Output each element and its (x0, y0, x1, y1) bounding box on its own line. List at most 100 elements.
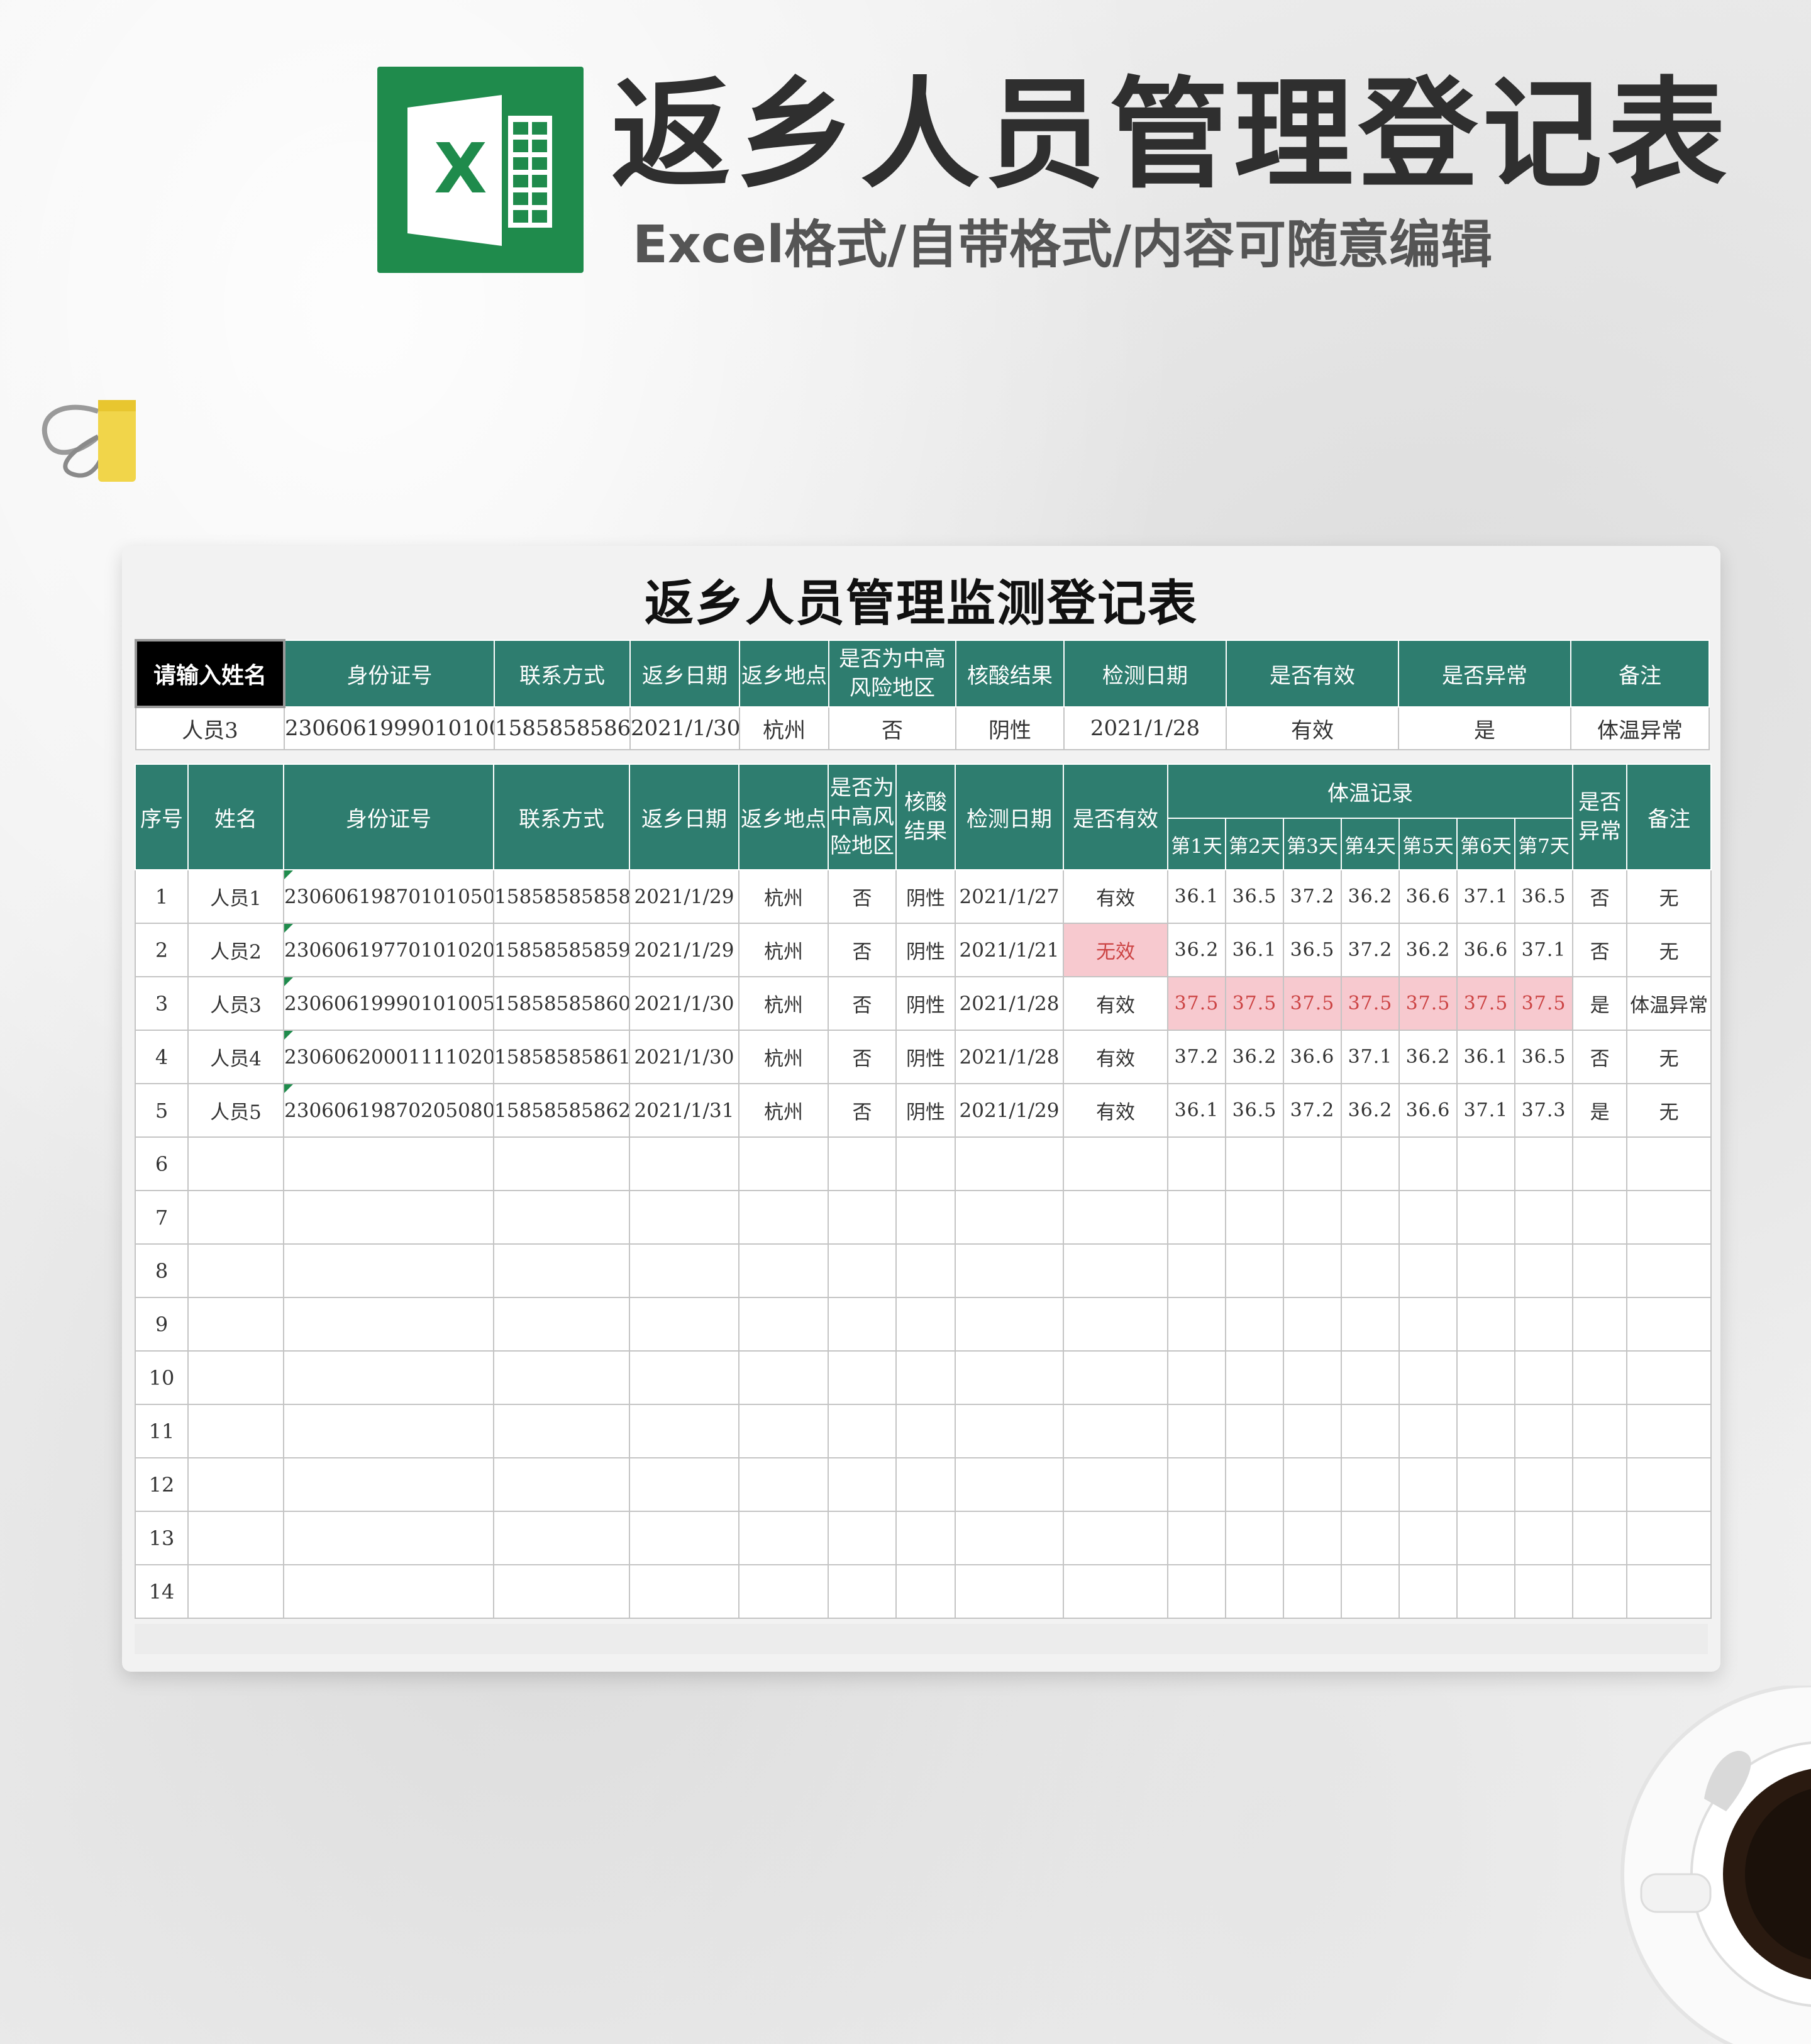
empty-cell[interactable] (1514, 1243, 1574, 1298)
empty-cell[interactable] (955, 1297, 1064, 1352)
empty-cell[interactable] (828, 1297, 897, 1352)
cell-seq[interactable]: 8 (135, 1243, 189, 1298)
empty-cell[interactable] (1398, 1564, 1458, 1619)
empty-cell[interactable] (283, 1511, 494, 1565)
empty-cell[interactable] (1283, 1511, 1342, 1565)
empty-cell[interactable] (1456, 1190, 1515, 1245)
cell-abnormal[interactable]: 否 (1572, 869, 1628, 924)
empty-cell[interactable] (187, 1350, 284, 1405)
cell-name[interactable]: 人员1 (187, 869, 284, 924)
cell-temp-day-3[interactable]: 37.5 (1283, 976, 1342, 1031)
empty-cell[interactable] (1283, 1190, 1342, 1245)
empty-cell[interactable] (1572, 1511, 1628, 1565)
cell-temp-day-5[interactable]: 36.6 (1398, 869, 1458, 924)
empty-cell[interactable] (1626, 1511, 1712, 1565)
empty-cell[interactable] (828, 1350, 897, 1405)
cell-seq[interactable]: 10 (135, 1350, 189, 1405)
empty-cell[interactable] (187, 1190, 284, 1245)
empty-cell[interactable] (1283, 1564, 1342, 1619)
empty-cell[interactable] (955, 1350, 1064, 1405)
cell-name[interactable]: 人员5 (187, 1083, 284, 1138)
empty-cell[interactable] (1225, 1350, 1284, 1405)
cell-temp-day-4[interactable]: 36.2 (1341, 869, 1400, 924)
empty-cell[interactable] (493, 1297, 630, 1352)
empty-cell[interactable] (629, 1190, 739, 1245)
cell-seq[interactable]: 5 (135, 1083, 189, 1138)
cell-temp-day-4[interactable]: 37.5 (1341, 976, 1400, 1031)
empty-cell[interactable] (493, 1511, 630, 1565)
empty-cell[interactable] (187, 1136, 284, 1191)
empty-cell[interactable] (1572, 1564, 1628, 1619)
cell-seq[interactable]: 14 (135, 1564, 189, 1619)
empty-cell[interactable] (629, 1457, 739, 1512)
cell-valid[interactable]: 有效 (1063, 1083, 1168, 1138)
empty-cell[interactable] (1572, 1243, 1628, 1298)
empty-cell[interactable] (1341, 1511, 1400, 1565)
cell-temp-day-3[interactable]: 36.5 (1283, 923, 1342, 977)
lookup-note-value[interactable]: 体温异常 (1570, 706, 1710, 750)
cell-temp-day-2[interactable]: 36.1 (1225, 923, 1284, 977)
empty-cell[interactable] (828, 1404, 897, 1458)
empty-cell[interactable] (828, 1564, 897, 1619)
empty-cell[interactable] (738, 1297, 829, 1352)
cell-seq[interactable]: 1 (135, 869, 189, 924)
empty-cell[interactable] (895, 1564, 956, 1619)
empty-cell[interactable] (1167, 1243, 1226, 1298)
empty-cell[interactable] (283, 1404, 494, 1458)
empty-cell[interactable] (1063, 1404, 1168, 1458)
empty-cell[interactable] (283, 1350, 494, 1405)
cell-temp-day-7[interactable]: 37.5 (1514, 976, 1574, 1031)
cell-temp-day-4[interactable]: 37.1 (1341, 1030, 1400, 1084)
cell-temp-day-5[interactable]: 36.2 (1398, 1030, 1458, 1084)
cell-temp-day-3[interactable]: 37.2 (1283, 1083, 1342, 1138)
empty-cell[interactable] (1572, 1457, 1628, 1512)
empty-cell[interactable] (1572, 1404, 1628, 1458)
empty-cell[interactable] (283, 1190, 494, 1245)
cell-seq[interactable]: 13 (135, 1511, 189, 1565)
empty-cell[interactable] (1626, 1190, 1712, 1245)
empty-cell[interactable] (1341, 1297, 1400, 1352)
empty-cell[interactable] (1514, 1136, 1574, 1191)
empty-cell[interactable] (828, 1190, 897, 1245)
cell-temp-day-6[interactable]: 36.1 (1456, 1030, 1515, 1084)
empty-cell[interactable] (1063, 1190, 1168, 1245)
empty-cell[interactable] (1283, 1404, 1342, 1458)
empty-cell[interactable] (1063, 1243, 1168, 1298)
empty-cell[interactable] (283, 1297, 494, 1352)
empty-cell[interactable] (1626, 1136, 1712, 1191)
empty-cell[interactable] (1225, 1564, 1284, 1619)
cell-seq[interactable]: 4 (135, 1030, 189, 1084)
empty-cell[interactable] (1341, 1564, 1400, 1619)
cell-note[interactable]: 无 (1626, 1083, 1712, 1138)
cell-temp-day-1[interactable]: 37.2 (1167, 1030, 1226, 1084)
lookup-return-date-value[interactable]: 2021/1/30 (629, 706, 740, 750)
empty-cell[interactable] (955, 1136, 1064, 1191)
cell-temp-day-6[interactable]: 37.5 (1456, 976, 1515, 1031)
empty-cell[interactable] (629, 1404, 739, 1458)
cell-test-date[interactable]: 2021/1/27 (955, 869, 1064, 924)
empty-cell[interactable] (738, 1190, 829, 1245)
empty-cell[interactable] (187, 1457, 284, 1512)
cell-temp-day-5[interactable]: 36.6 (1398, 1083, 1458, 1138)
empty-cell[interactable] (629, 1136, 739, 1191)
lookup-risk-value[interactable]: 否 (828, 706, 956, 750)
cell-place[interactable]: 杭州 (738, 976, 829, 1031)
empty-cell[interactable] (1456, 1457, 1515, 1512)
cell-temp-day-6[interactable]: 37.1 (1456, 1083, 1515, 1138)
cell-seq[interactable]: 12 (135, 1457, 189, 1512)
empty-cell[interactable] (1572, 1350, 1628, 1405)
empty-cell[interactable] (1167, 1350, 1226, 1405)
cell-risk[interactable]: 否 (828, 976, 897, 1031)
empty-cell[interactable] (1225, 1511, 1284, 1565)
empty-cell[interactable] (187, 1511, 284, 1565)
cell-nat[interactable]: 阴性 (895, 1030, 956, 1084)
empty-cell[interactable] (1398, 1511, 1458, 1565)
empty-cell[interactable] (187, 1564, 284, 1619)
cell-temp-day-1[interactable]: 37.5 (1167, 976, 1226, 1031)
empty-cell[interactable] (1063, 1457, 1168, 1512)
cell-phone[interactable]: 15858585859 (493, 923, 630, 977)
cell-place[interactable]: 杭州 (738, 1030, 829, 1084)
empty-cell[interactable] (1341, 1136, 1400, 1191)
empty-cell[interactable] (1626, 1243, 1712, 1298)
empty-cell[interactable] (1572, 1136, 1628, 1191)
